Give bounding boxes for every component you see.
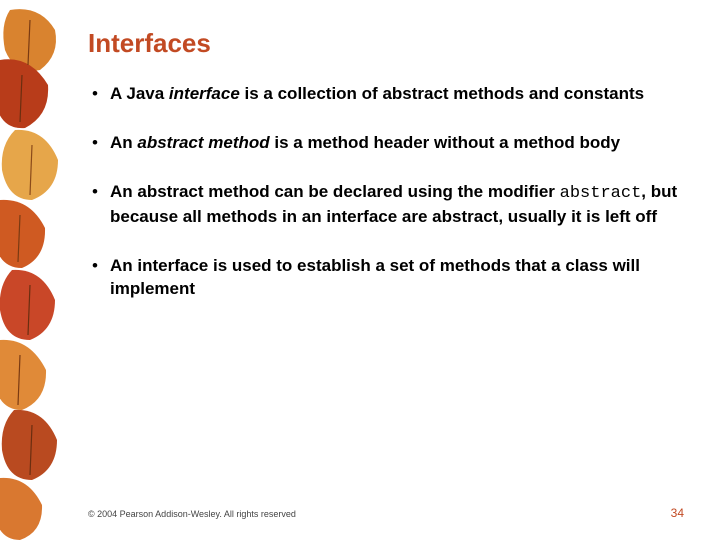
copyright-text: © 2004 Pearson Addison-Wesley. All right… bbox=[88, 509, 296, 519]
bullet-2-pre: An bbox=[110, 133, 137, 152]
leaves-icon bbox=[0, 0, 70, 540]
bullet-2-em: abstract method bbox=[137, 133, 269, 152]
bullet-1: A Java interface is a collection of abst… bbox=[88, 83, 684, 106]
bullet-1-pre: A Java bbox=[110, 84, 169, 103]
slide-content: Interfaces A Java interface is a collect… bbox=[88, 28, 684, 327]
slide-title: Interfaces bbox=[88, 28, 684, 59]
bullet-list: A Java interface is a collection of abst… bbox=[88, 83, 684, 301]
bullet-2: An abstract method is a method header wi… bbox=[88, 132, 684, 155]
bullet-2-post: is a method header without a method body bbox=[270, 133, 620, 152]
bullet-3-code: abstract bbox=[560, 184, 642, 203]
bullet-4-text: An interface is used to establish a set … bbox=[110, 256, 640, 298]
bullet-3: An abstract method can be declared using… bbox=[88, 181, 684, 229]
page-number: 34 bbox=[671, 506, 684, 520]
bullet-4: An interface is used to establish a set … bbox=[88, 255, 684, 301]
decorative-sidebar bbox=[0, 0, 70, 540]
bullet-3-pre: An abstract method can be declared using… bbox=[110, 182, 560, 201]
bullet-1-post: is a collection of abstract methods and … bbox=[240, 84, 644, 103]
bullet-1-em: interface bbox=[169, 84, 240, 103]
slide-footer: © 2004 Pearson Addison-Wesley. All right… bbox=[88, 506, 684, 520]
